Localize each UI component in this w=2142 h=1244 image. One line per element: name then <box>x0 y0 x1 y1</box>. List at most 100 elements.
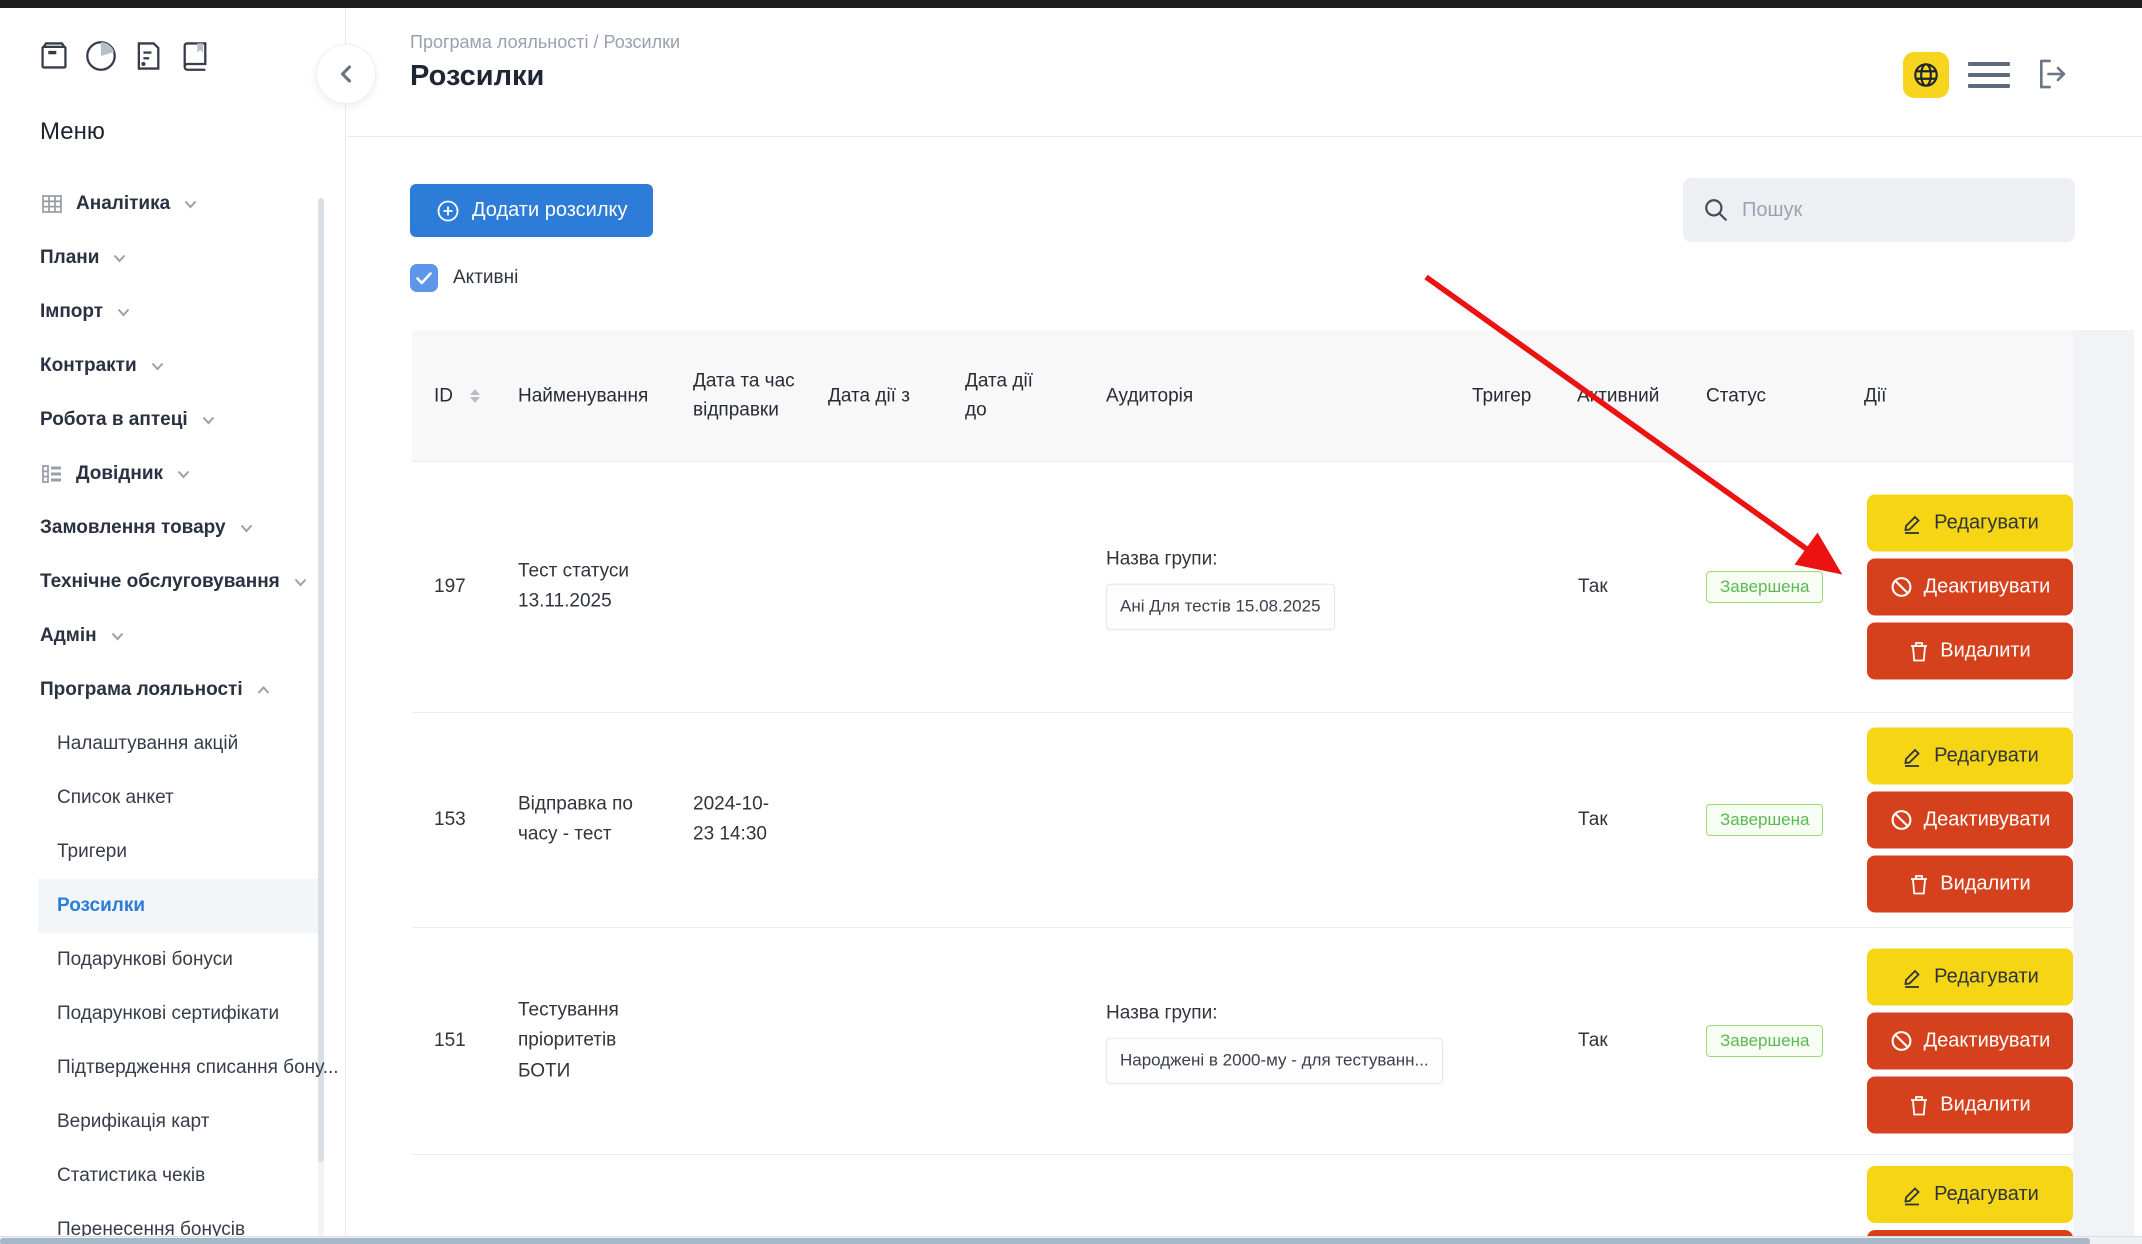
search-box <box>1683 178 2075 242</box>
sidebar-item-admin[interactable]: Адмін <box>0 609 320 663</box>
sidebar-subitem-triggers[interactable]: Тригери <box>0 825 320 879</box>
deactivate-button[interactable]: Деактивувати <box>1867 1013 2073 1070</box>
sidebar-subitem-card-verification[interactable]: Верифікація карт <box>0 1095 320 1149</box>
chevron-left-icon <box>339 64 353 84</box>
cell-name: Відправка по часу - тест <box>518 790 676 851</box>
sidebar-subitem-bonus-writeoff-confirm[interactable]: Підтвердження списання бону... <box>0 1041 320 1095</box>
chevron-down-icon <box>111 632 124 641</box>
row-actions: Редагувати Деактивувати Видалити <box>1867 949 2073 1134</box>
cell-name: Тест статуси 13.11.2025 <box>518 557 676 618</box>
sidebar-subitem-questionnaires[interactable]: Список анкет <box>0 771 320 825</box>
chevron-down-icon <box>294 578 307 587</box>
sidebar-subitem-gift-bonuses[interactable]: Подарункові бонуси <box>0 933 320 987</box>
document-icon[interactable] <box>132 38 164 74</box>
chevron-down-icon <box>184 200 197 209</box>
archive-box-icon[interactable] <box>38 38 70 74</box>
language-globe-button[interactable] <box>1903 52 1949 98</box>
col-header-date-from: Дата дії з <box>828 381 953 410</box>
chevron-down-icon <box>151 362 164 371</box>
col-header-id: ID <box>434 381 453 410</box>
audience-group-chip: Ані Для тестів 15.08.2025 <box>1106 584 1335 629</box>
chevron-up-icon <box>257 686 270 695</box>
chevron-down-icon <box>202 416 215 425</box>
logout-button[interactable] <box>2030 52 2074 96</box>
sidebar-item-directory[interactable]: Довідник <box>0 447 320 501</box>
cell-id: 151 <box>434 1026 466 1056</box>
status-badge: Завершена <box>1706 1025 1823 1057</box>
sidebar-scrollbar[interactable] <box>318 198 324 1236</box>
sidebar-item-import[interactable]: Імпорт <box>0 285 320 339</box>
cell-active: Так <box>1578 1026 1608 1056</box>
edit-button[interactable]: Редагувати <box>1867 1166 2073 1223</box>
deactivate-button-label: Деактивувати <box>1924 1030 2051 1053</box>
add-mailing-button[interactable]: Додати розсилку <box>410 184 653 237</box>
sidebar-subitem-label: Подарункові бонуси <box>57 949 233 971</box>
sidebar-item-goods-order[interactable]: Замовлення товару <box>0 501 320 555</box>
add-mailing-label: Додати розсилку <box>472 199 627 222</box>
edit-pencil-icon <box>1901 966 1923 988</box>
trash-icon <box>1909 1094 1929 1116</box>
horizontal-scrollbar[interactable] <box>0 1236 2142 1244</box>
chevron-down-icon <box>240 524 253 533</box>
sidebar-nav: Аналітика Плани Імпорт Контракти Робота … <box>0 177 320 1244</box>
delete-button[interactable]: Видалити <box>1867 1077 2073 1134</box>
sidebar-subitem-label: Верифікація карт <box>57 1111 209 1133</box>
sidebar-item-loyalty-program[interactable]: Програма лояльності <box>0 663 320 717</box>
cell-name: Тестування пріоритетів БОТИ <box>518 995 676 1086</box>
delete-button[interactable]: Видалити <box>1867 856 2073 913</box>
cell-active: Так <box>1578 805 1608 835</box>
sidebar-scrollbar-thumb[interactable] <box>318 198 324 1162</box>
edit-pencil-icon <box>1901 745 1923 767</box>
table-right-gutter <box>2073 330 2134 1236</box>
grid-icon <box>40 192 64 216</box>
sidebar-item-label: Довідник <box>76 463 163 485</box>
sidebar-item-label: Аналітика <box>76 193 170 215</box>
sidebar-item-analytics[interactable]: Аналітика <box>0 177 320 231</box>
sidebar-subitem-label: Статистика чеків <box>57 1165 205 1187</box>
active-filter-label: Активні <box>453 267 518 289</box>
audience-label: Назва групи: <box>1106 545 1486 575</box>
search-input[interactable] <box>1742 199 2063 222</box>
sidebar-item-technical-service[interactable]: Технічне обслуговування <box>0 555 320 609</box>
active-checkbox[interactable] <box>410 264 438 292</box>
logout-icon <box>2033 55 2071 93</box>
sidebar-item-label: Технічне обслуговування <box>40 571 280 593</box>
menu-title: Меню <box>40 118 105 146</box>
table-row: 153 Відправка по часу - тест 2024-10- 23… <box>412 713 2073 928</box>
col-header-status: Статус <box>1706 381 1766 410</box>
delete-button[interactable]: Видалити <box>1867 623 2073 680</box>
deactivate-button[interactable]: Деактивувати <box>1867 792 2073 849</box>
sidebar-subitem-label: Подарункові сертифікати <box>57 1003 279 1025</box>
sidebar-subitem-label: Налаштування акцій <box>57 733 238 755</box>
sidebar-subitem-mailings-active[interactable]: Розсилки <box>0 879 320 933</box>
edit-button[interactable]: Редагувати <box>1867 495 2073 552</box>
sort-icon[interactable] <box>470 389 480 403</box>
delete-button-label: Видалити <box>1940 1094 2030 1117</box>
edit-button[interactable]: Редагувати <box>1867 949 2073 1006</box>
book-icon[interactable] <box>179 38 211 74</box>
cell-send-datetime: 2024-10- 23 14:30 <box>693 790 818 851</box>
deactivate-button[interactable]: Деактивувати <box>1867 559 2073 616</box>
status-badge: Завершена <box>1706 571 1823 603</box>
breadcrumb[interactable]: Програма лояльності / Розсилки <box>410 32 680 53</box>
sidebar-subitem-label: Тригери <box>57 841 127 863</box>
horizontal-scrollbar-thumb[interactable] <box>0 1238 2090 1244</box>
sidebar-item-plans[interactable]: Плани <box>0 231 320 285</box>
cell-id: 197 <box>434 572 466 602</box>
menu-hamburger-button[interactable] <box>1968 62 2010 95</box>
sidebar-subitem-gift-certificates[interactable]: Подарункові сертифікати <box>0 987 320 1041</box>
sidebar-subitem-label: Список анкет <box>57 787 174 809</box>
cell-id: 153 <box>434 805 466 835</box>
sidebar-item-pharmacy-work[interactable]: Робота в аптеці <box>0 393 320 447</box>
edit-pencil-icon <box>1901 512 1923 534</box>
sidebar-subitem-promo-settings[interactable]: Налаштування акцій <box>0 717 320 771</box>
col-header-active: Активний <box>1577 381 1659 410</box>
sidebar-item-contracts[interactable]: Контракти <box>0 339 320 393</box>
col-header-date-to: Дата дії до <box>965 366 1057 425</box>
sidebar-collapse-button[interactable] <box>316 44 376 104</box>
edit-button[interactable]: Редагувати <box>1867 728 2073 785</box>
pie-chart-icon[interactable] <box>85 38 117 74</box>
sidebar-subitem-receipt-statistics[interactable]: Статистика чеків <box>0 1149 320 1203</box>
sidebar: Меню Аналітика Плани Імпорт Контр <box>0 8 346 1244</box>
plus-circle-icon <box>436 199 460 223</box>
